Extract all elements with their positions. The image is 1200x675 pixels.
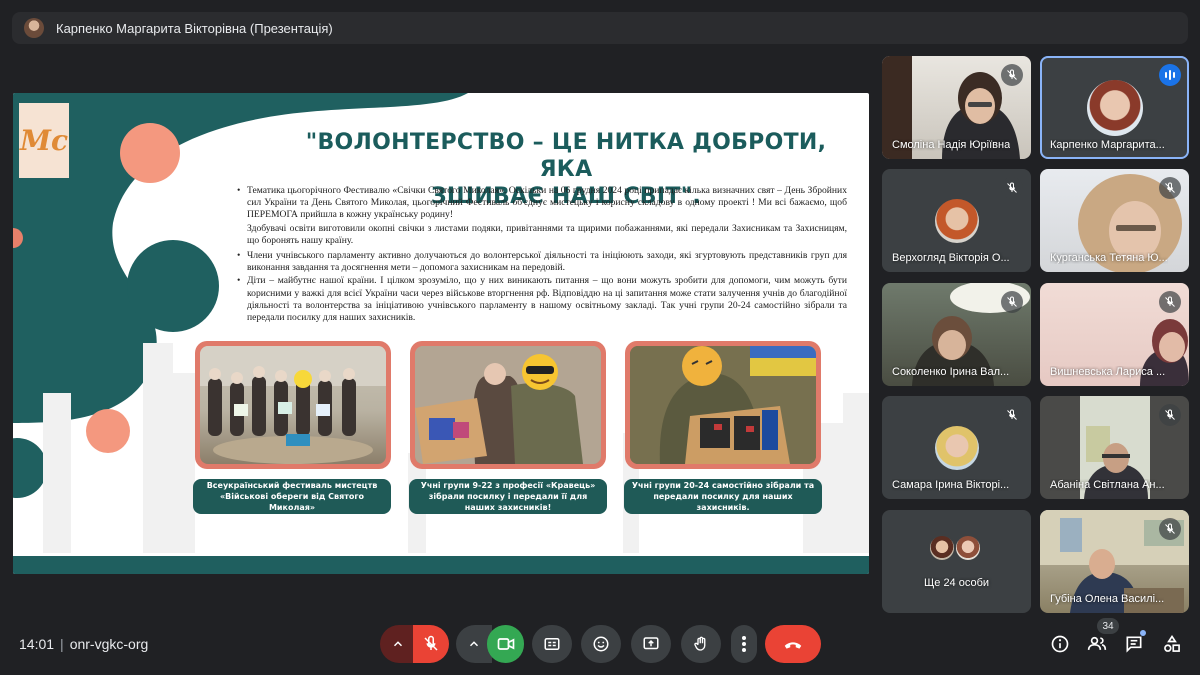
- slide-paragraph: Тематика цьогорічного Фестивалю «Свічки …: [235, 185, 847, 222]
- slide-caption: Учні групи 20-24 самостійно зібрали та п…: [624, 479, 822, 514]
- chat-notification-dot: [1140, 630, 1146, 636]
- raise-hand-button[interactable]: [681, 625, 721, 663]
- more-options-button[interactable]: [731, 625, 757, 663]
- festival-logo: Mc: [19, 103, 69, 178]
- people-button[interactable]: [1085, 632, 1109, 656]
- slide-footer-band: [13, 556, 869, 574]
- captions-icon: [544, 638, 560, 650]
- activities-button[interactable]: [1160, 632, 1184, 656]
- participant-tile-active-speaker[interactable]: Карпенко Маргарита...: [1040, 56, 1189, 159]
- avatar: [928, 534, 956, 562]
- reactions-button[interactable]: [581, 625, 621, 663]
- present-screen-button[interactable]: [631, 625, 671, 663]
- slide-paragraph: Члени учнівського парламенту активно дол…: [235, 250, 847, 274]
- audio-options-button[interactable]: [380, 625, 416, 663]
- emoji-icon: [593, 636, 609, 652]
- slide-caption: Учні групи 9-22 з професії «Кравець» зіб…: [409, 479, 607, 514]
- mic-off-icon: [1159, 177, 1181, 199]
- participant-tile[interactable]: Курганська Тетяна Ю...: [1040, 169, 1189, 272]
- slide-body: Тематика цьогорічного Фестивалю «Свічки …: [235, 185, 847, 325]
- mic-off-icon: [1001, 64, 1023, 86]
- chat-icon: [1126, 636, 1142, 653]
- participant-tile[interactable]: Верхогляд Вікторія О...: [882, 169, 1031, 272]
- slide-photo-soldier: [625, 341, 821, 469]
- mic-off-icon: [424, 635, 438, 651]
- raise-hand-icon: [694, 636, 706, 651]
- participant-tile[interactable]: Вишневська Лариса ...: [1040, 283, 1189, 386]
- meeting-info: 14:01 | onr-vgkc-org: [19, 636, 149, 652]
- participant-name: Самара Ірина Вікторі...: [892, 479, 1010, 491]
- presenter-bar: Карпенко Маргарита Вікторівна (Презентац…: [12, 12, 1188, 44]
- slide-paragraph: Діти – майбутнє нашої країни. І цілком з…: [235, 275, 847, 324]
- mic-off-icon: [1001, 404, 1023, 426]
- mic-off-icon: [1001, 177, 1023, 199]
- avatar: [934, 426, 979, 470]
- participant-name: Вишневська Лариса ...: [1050, 366, 1166, 378]
- activities-icon: [1164, 634, 1180, 652]
- presentation-slide: Mc "ВОЛОНТЕРСТВО – ЦЕ НИТКА ДОБРОТИ, ЯКА…: [13, 93, 869, 574]
- participant-tile[interactable]: Абаніна Світлана Ан...: [1040, 396, 1189, 499]
- slide-title-line-1: "ВОЛОНТЕРСТВО – ЦЕ НИТКА ДОБРОТИ, ЯКА: [305, 130, 827, 182]
- more-participants-tile[interactable]: Ще 24 особи: [882, 510, 1031, 613]
- camera-icon: [497, 638, 514, 650]
- meeting-code[interactable]: onr-vgkc-org: [70, 636, 149, 652]
- end-call-icon: [784, 642, 802, 649]
- participant-tile[interactable]: Самара Ірина Вікторі...: [882, 396, 1031, 499]
- captions-button[interactable]: [532, 625, 572, 663]
- slide-photo-parcel: [410, 341, 606, 469]
- camera-toggle-button[interactable]: [487, 625, 524, 663]
- mic-off-icon: [1159, 291, 1181, 313]
- avatar: [1086, 80, 1143, 136]
- avatar: [934, 199, 979, 243]
- participant-name: Верхогляд Вікторія О...: [892, 252, 1010, 264]
- slide-photo-students: [195, 341, 391, 469]
- participant-tile[interactable]: Губіна Олена Василі...: [1040, 510, 1189, 613]
- participant-name: Соколенко Ірина Вал...: [892, 366, 1010, 378]
- current-time: 14:01: [19, 636, 55, 652]
- chevron-up-icon: [469, 641, 479, 647]
- info-icon: [1051, 635, 1069, 653]
- leave-call-button[interactable]: [765, 625, 821, 663]
- presenter-title: Карпенко Маргарита Вікторівна (Презентац…: [56, 20, 333, 36]
- presenter-avatar: [24, 18, 44, 38]
- present-icon: [643, 637, 659, 650]
- participant-tile[interactable]: Соколенко Ірина Вал...: [882, 283, 1031, 386]
- speaking-indicator-icon: [1159, 64, 1181, 86]
- mic-off-icon: [1159, 404, 1181, 426]
- avatar: [954, 534, 982, 562]
- more-participants-label: Ще 24 особи: [923, 577, 990, 589]
- slide-caption: Всеукраїнський фестиваль мистецтв «Війсь…: [193, 479, 391, 514]
- participant-name: Смоліна Надія Юріївна: [892, 139, 1011, 151]
- slide-paragraph: Здобувачі освіти виготовили окопні свічк…: [247, 222, 847, 246]
- microphone-toggle-button[interactable]: [413, 625, 449, 663]
- people-icon: [1087, 636, 1107, 650]
- participant-tile[interactable]: Смоліна Надія Юріївна: [882, 56, 1031, 159]
- more-icon: [742, 636, 746, 652]
- mic-off-icon: [1001, 291, 1023, 313]
- participant-name: Абаніна Світлана Ан...: [1050, 479, 1165, 491]
- participant-name: Курганська Тетяна Ю...: [1050, 252, 1168, 264]
- participant-name: Губіна Олена Василі...: [1050, 593, 1165, 605]
- meeting-details-button[interactable]: [1048, 632, 1072, 656]
- chevron-up-icon: [393, 641, 403, 647]
- logo-text: Mc: [19, 124, 69, 157]
- mic-off-icon: [1159, 518, 1181, 540]
- participant-name: Карпенко Маргарита...: [1050, 139, 1165, 151]
